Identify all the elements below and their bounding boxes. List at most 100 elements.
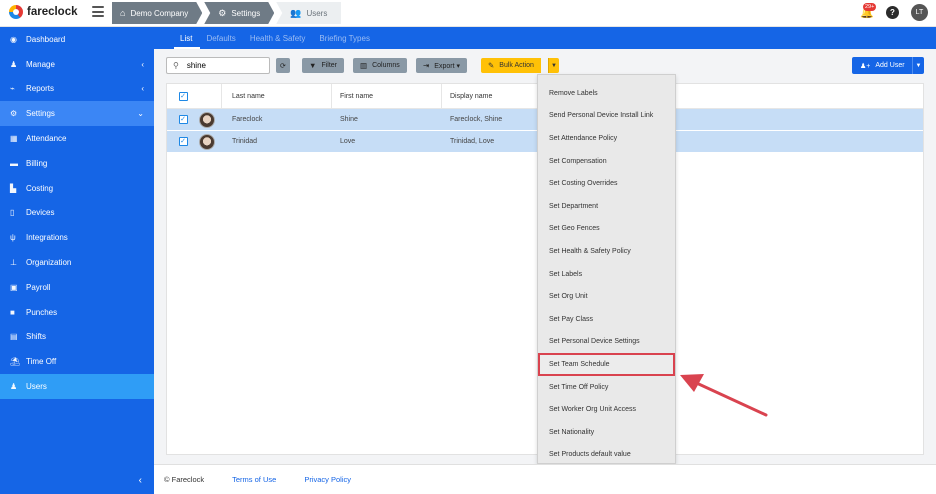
tab-bar: List Defaults Health & Safety Briefing T… [154, 27, 936, 49]
notifications-button[interactable]: 🔔 29+ [860, 2, 877, 20]
tab-health-safety[interactable]: Health & Safety [244, 34, 314, 49]
top-right-actions: 🔔 29+ ? LT [860, 2, 928, 21]
logo[interactable]: fareclock [9, 5, 78, 19]
cell-first-name: Love [340, 138, 356, 145]
toolbar: ⚲ ⟳ ▼ Filter ▥ Columns ⇥ Export ▾ ✎ Bulk Act… [166, 57, 924, 75]
menu-item-send-install-link[interactable]: Send Personal Device Install Link [538, 105, 675, 128]
magic-wand-icon: ✎ [488, 61, 495, 70]
tab-briefing-types[interactable]: Briefing Types [313, 34, 378, 49]
sidebar-item-manage[interactable]: ♟ Manage ‹ [0, 52, 154, 77]
sidebar-item-organization[interactable]: ⊥ Organization [0, 250, 154, 275]
search-input[interactable] [186, 61, 257, 70]
avatar[interactable]: LT [911, 4, 928, 21]
sidebar-item-punches[interactable]: ■ Punches [0, 300, 154, 325]
sidebar: ◉ Dashboard ♟ Manage ‹ ⌁ Reports ‹ ⚙ Settings ⌄… [0, 27, 154, 494]
chevron-left-icon: ‹ [138, 475, 142, 486]
bulk-action-button[interactable]: ✎ Bulk Action [481, 58, 541, 73]
filter-icon: ▼ [309, 61, 317, 70]
sidebar-item-label: Punches [26, 307, 58, 317]
sidebar-item-label: Devices [26, 208, 55, 218]
sidebar-item-time-off[interactable]: ⛱ Time Off [0, 349, 154, 374]
bulk-action-dropdown-toggle[interactable]: ▼ [548, 58, 559, 73]
menu-item-set-products-default-value[interactable]: Set Products default value [538, 444, 675, 467]
org-icon: ⊥ [10, 258, 17, 268]
sidebar-item-users[interactable]: ♟ Users [0, 374, 154, 399]
refresh-icon: ⟳ [280, 62, 286, 70]
cell-first-name: Shine [340, 116, 358, 123]
avatar [199, 133, 215, 150]
menu-item-remove-labels[interactable]: Remove Labels [538, 82, 675, 105]
menu-item-set-nationality[interactable]: Set Nationality [538, 421, 675, 444]
sidebar-item-reports[interactable]: ⌁ Reports ‹ [0, 77, 154, 102]
cell-last-name: Trinidad [232, 138, 258, 145]
calendar-icon: ▤ [10, 332, 18, 342]
plug-icon: ψ [10, 233, 16, 243]
menu-item-set-worker-org-unit-access[interactable]: Set Worker Org Unit Access [538, 398, 675, 421]
column-header-first-name[interactable]: First name [332, 84, 442, 108]
punches-icon: ■ [10, 307, 15, 317]
terms-of-use-link[interactable]: Terms of Use [232, 475, 276, 484]
tab-defaults[interactable]: Defaults [200, 34, 243, 49]
menu-item-set-time-off-policy[interactable]: Set Time Off Policy [538, 376, 675, 399]
bulk-action-menu: Remove Labels Send Personal Device Insta… [537, 74, 676, 464]
columns-icon: ▥ [360, 61, 368, 70]
attendance-icon: ▦ [10, 134, 18, 144]
sidebar-item-label: Integrations [26, 233, 68, 243]
hamburger-menu-icon[interactable] [92, 6, 104, 17]
sidebar-item-costing[interactable]: ▙ Costing [0, 176, 154, 201]
menu-item-set-personal-device-settings[interactable]: Set Personal Device Settings [538, 331, 675, 354]
menu-item-set-health-safety-policy[interactable]: Set Health & Safety Policy [538, 240, 675, 263]
breadcrumb-demo-company[interactable]: ⌂ Demo Company [112, 2, 202, 24]
sidebar-item-attendance[interactable]: ▦ Attendance [0, 126, 154, 151]
breadcrumb-users[interactable]: 👥 Users [276, 2, 342, 24]
costing-icon: ▙ [10, 183, 17, 193]
sidebar-item-dashboard[interactable]: ◉ Dashboard [0, 27, 154, 52]
menu-item-set-department[interactable]: Set Department [538, 195, 675, 218]
search-box[interactable]: ⚲ [166, 57, 270, 74]
sidebar-item-label: Dashboard [26, 34, 66, 44]
refresh-button[interactable]: ⟳ [276, 58, 290, 73]
export-button[interactable]: ⇥ Export ▾ [416, 58, 467, 73]
add-user-label: Add User [875, 62, 905, 69]
sidebar-collapse-button[interactable]: ‹ [0, 467, 154, 494]
billing-icon: ▬ [10, 158, 18, 168]
menu-item-set-costing-overrides[interactable]: Set Costing Overrides [538, 172, 675, 195]
menu-item-set-pay-class[interactable]: Set Pay Class [538, 308, 675, 331]
add-user-button[interactable]: ♟+ Add User ▼ [852, 57, 924, 74]
sidebar-item-payroll[interactable]: ▣ Payroll [0, 275, 154, 300]
dashboard-icon: ◉ [10, 34, 17, 44]
chevron-left-icon: ‹ [141, 84, 144, 94]
sidebar-item-billing[interactable]: ▬ Billing [0, 151, 154, 176]
sidebar-item-label: Billing [26, 158, 48, 168]
menu-item-set-org-unit[interactable]: Set Org Unit [538, 285, 675, 308]
sidebar-item-label: Reports [26, 84, 55, 94]
breadcrumb-settings[interactable]: ⚙ Settings [204, 2, 274, 24]
breadcrumb-label: Settings [231, 8, 261, 18]
sidebar-item-shifts[interactable]: ▤ Shifts [0, 325, 154, 350]
tab-list[interactable]: List [174, 34, 201, 49]
menu-item-set-attendance-policy[interactable]: Set Attendance Policy [538, 127, 675, 150]
add-user-dropdown-toggle[interactable]: ▼ [912, 57, 924, 74]
menu-item-set-labels[interactable]: Set Labels [538, 263, 675, 286]
top-bar: fareclock ⌂ Demo Company ⚙ Settings 👥 Us… [0, 0, 936, 27]
select-all-checkbox[interactable]: ✓ [178, 91, 188, 101]
notification-badge: 29+ [863, 2, 877, 11]
columns-button[interactable]: ▥ Columns [353, 58, 407, 73]
help-icon[interactable]: ? [886, 6, 899, 19]
user-icon: ♟ [10, 59, 18, 69]
sidebar-item-devices[interactable]: ▯ Devices [0, 201, 154, 226]
filter-button[interactable]: ▼ Filter [302, 58, 344, 73]
column-header-last-name[interactable]: Last name [222, 84, 332, 108]
sidebar-item-integrations[interactable]: ψ Integrations [0, 225, 154, 250]
beach-icon: ⛱ [10, 357, 21, 367]
row-checkbox[interactable]: ✓ [178, 137, 188, 146]
menu-item-set-geo-fences[interactable]: Set Geo Fences [538, 218, 675, 241]
row-checkbox[interactable]: ✓ [178, 115, 188, 124]
sidebar-item-label: Costing [26, 183, 54, 193]
avatar-column-header [199, 83, 222, 109]
sidebar-item-settings[interactable]: ⚙ Settings ⌄ [0, 101, 154, 127]
logo-text: fareclock [27, 6, 78, 18]
menu-item-set-compensation[interactable]: Set Compensation [538, 150, 675, 173]
privacy-policy-link[interactable]: Privacy Policy [304, 475, 351, 484]
menu-item-set-team-schedule[interactable]: Set Team Schedule [538, 353, 675, 376]
